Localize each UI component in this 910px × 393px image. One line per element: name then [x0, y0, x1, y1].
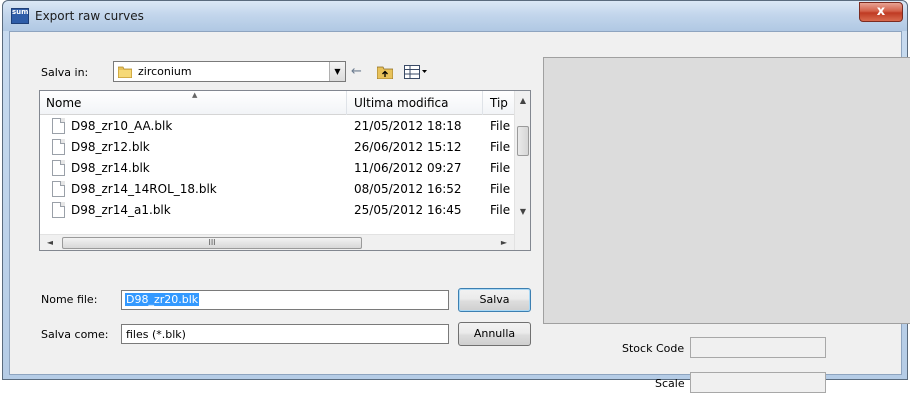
folder-icon [118, 66, 132, 78]
file-name: D98_zr14.blk [71, 161, 150, 175]
save-as-select[interactable]: files (*.blk) [121, 324, 449, 344]
app-icon-text: sum [12, 8, 29, 16]
file-type: File [490, 161, 511, 175]
back-arrow-icon[interactable]: ← [351, 63, 362, 81]
scroll-down-icon[interactable]: ▼ [515, 204, 530, 220]
file-row[interactable]: D98_zr14_a1.blk 25/05/2012 16:45 File [40, 200, 514, 221]
column-header-modified[interactable]: Ultima modifica [354, 96, 449, 110]
scroll-left-icon[interactable]: ◄ [42, 235, 58, 250]
sort-asc-icon: ▲ [192, 91, 198, 99]
scroll-right-icon[interactable]: ► [496, 235, 512, 250]
file-name: D98_zr14_14ROL_18.blk [71, 182, 217, 196]
chevron-down-icon[interactable]: ▼ [329, 62, 345, 81]
close-icon: x [876, 4, 886, 19]
file-modified: 26/06/2012 15:12 [354, 140, 462, 154]
window-title: Export raw curves [35, 9, 144, 23]
save-in-value: zirconium [138, 65, 192, 78]
file-row[interactable]: D98_zr14_14ROL_18.blk 08/05/2012 16:52 F… [40, 179, 514, 200]
file-modified: 11/06/2012 09:27 [354, 161, 462, 175]
file-row[interactable]: D98_zr14.blk 11/06/2012 09:27 File [40, 158, 514, 179]
file-name: D98_zr10_AA.blk [71, 119, 173, 133]
vertical-scrollbar[interactable]: ▲ ▼ [514, 91, 530, 250]
file-type: File [490, 140, 511, 154]
file-type: File [490, 182, 511, 196]
file-name: D98_zr12.blk [71, 140, 150, 154]
save-in-label: Salva in: [41, 66, 89, 79]
column-header-name[interactable]: Nome [46, 96, 81, 110]
preview-panel [543, 57, 910, 324]
file-icon [52, 181, 65, 197]
save-as-value: files (*.blk) [126, 328, 186, 341]
file-modified: 08/05/2012 16:52 [354, 182, 462, 196]
file-modified: 25/05/2012 16:45 [354, 203, 462, 217]
close-button[interactable]: x [859, 2, 903, 22]
file-icon [52, 202, 65, 218]
file-type: File [490, 119, 511, 133]
file-name: D98_zr14_a1.blk [71, 203, 171, 217]
stock-code-label: Stock Code [622, 342, 685, 355]
filename-value: D98_zr20.blk [125, 293, 200, 306]
dialog-client-area: Salva in: zirconium ▼ ← Nome ▲ Ultima mo… [9, 31, 910, 393]
file-icon [52, 118, 65, 134]
scroll-up-icon[interactable]: ▲ [515, 93, 530, 109]
file-row[interactable]: D98_zr12.blk 26/06/2012 15:12 File [40, 137, 514, 158]
vertical-scroll-thumb[interactable] [517, 126, 529, 156]
title-bar[interactable]: sum Export raw curves x [3, 1, 907, 31]
view-menu-icon[interactable] [404, 65, 428, 79]
horizontal-scroll-thumb[interactable]: III [62, 237, 362, 249]
column-divider[interactable] [482, 91, 483, 115]
file-icon [52, 139, 65, 155]
save-as-label: Salva come: [41, 328, 109, 341]
file-list-header: Nome ▲ Ultima modifica Tip [40, 91, 514, 115]
scale-field[interactable] [690, 372, 826, 393]
file-modified: 21/05/2012 18:18 [354, 119, 462, 133]
file-list[interactable]: Nome ▲ Ultima modifica Tip D98_zr10_AA.b… [39, 90, 531, 251]
column-divider[interactable] [346, 91, 347, 115]
filename-label: Nome file: [41, 293, 98, 306]
column-header-type[interactable]: Tip [490, 96, 508, 110]
export-dialog: sum Export raw curves x Salva in: zircon… [2, 0, 910, 393]
file-row[interactable]: D98_zr10_AA.blk 21/05/2012 18:18 File [40, 116, 514, 137]
save-in-combo[interactable]: zirconium ▼ [113, 61, 346, 82]
filename-input[interactable]: D98_zr20.blk [121, 290, 449, 310]
stock-code-field[interactable] [690, 337, 826, 358]
save-button[interactable]: Salva [458, 288, 531, 312]
file-icon [52, 160, 65, 176]
app-icon: sum [11, 8, 29, 24]
up-folder-icon[interactable] [377, 65, 393, 79]
cancel-button[interactable]: Annulla [458, 322, 531, 346]
file-type: File [490, 203, 511, 217]
horizontal-scrollbar[interactable]: ◄ III ► [40, 234, 514, 250]
scale-label: Scale [655, 377, 685, 390]
